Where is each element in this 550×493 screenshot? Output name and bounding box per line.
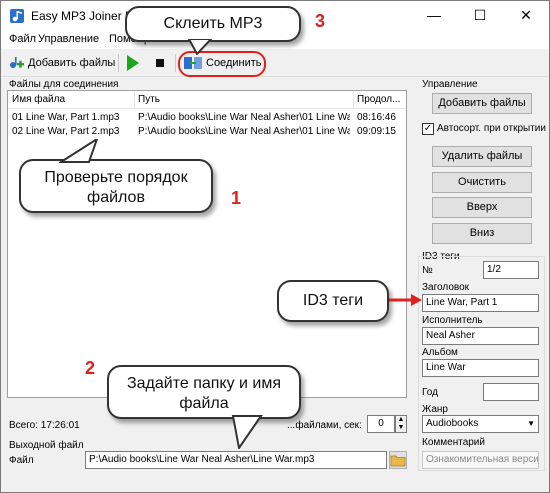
play-icon [127,55,139,71]
toolbar: Добавить файлы Соединить [1,49,549,77]
column-header-duration[interactable]: Продол... [357,94,400,105]
file-name-cell: 01 Line War, Part 1.mp3 [12,112,120,123]
browse-folder-button[interactable] [389,451,407,469]
set-folder-callout: Задайте папку и имя файла [107,365,301,419]
add-files-button[interactable]: Добавить файлы [432,93,532,114]
file-path-cell: P:\Audio books\Line War Neal Asher\01 Li… [138,112,350,123]
add-files-toolbar-button[interactable]: Добавить файлы [7,52,115,74]
menu-manage[interactable]: Управление [38,33,99,45]
callout-pointer [187,39,213,55]
column-header-path[interactable]: Путь [138,94,160,105]
callout-pointer [231,415,263,449]
app-window: Easy MP3 Joiner 5.0 - — ☐ ✕ Файл Управле… [0,0,550,493]
step-number-3: 3 [315,11,326,31]
column-divider[interactable] [353,91,354,109]
pause-input[interactable]: 0 [367,415,395,433]
files-list-header: Имя файла Путь Продол... [8,91,406,109]
autosort-label: Автосорт. при открытии [437,123,546,134]
minimize-button[interactable]: — [411,1,457,31]
clear-button[interactable]: Очистить [432,172,532,193]
column-header-name[interactable]: Имя файла [12,94,65,105]
red-arrow-icon [389,294,422,306]
column-divider[interactable] [134,91,135,109]
pause-label: ...файлами, сек: [287,420,362,431]
menu-file[interactable]: Файл [9,33,36,45]
file-path-cell: P:\Audio books\Line War Neal Asher\01 Li… [138,126,350,137]
id3-tags-callout: ID3 теги [277,280,389,322]
close-button[interactable]: ✕ [503,1,549,31]
folder-icon [390,455,406,467]
file-name-cell: 02 Line War, Part 2.mp3 [12,126,120,137]
add-files-toolbar-label: Добавить файлы [28,57,116,69]
toolbar-separator [175,54,176,72]
move-up-button[interactable]: Вверх [432,197,532,218]
output-section-label: Выходной файл [9,440,84,451]
stop-icon [156,59,164,67]
move-down-button[interactable]: Вниз [432,223,532,244]
maximize-button[interactable]: ☐ [457,1,503,31]
step-number-2: 2 [85,358,96,378]
step-number-1: 1 [231,188,242,208]
control-section-label: Управление [422,79,478,90]
table-row[interactable]: 01 Line War, Part 1.mp3 P:\Audio books\L… [8,111,406,125]
files-list[interactable]: Имя файла Путь Продол... 01 Line War, Pa… [7,90,407,398]
output-file-input[interactable]: P:\Audio books\Line War Neal Asher\Line … [85,451,387,469]
callout-pointer [59,139,99,163]
autosort-checkbox[interactable]: ✓ [422,123,434,135]
table-row[interactable]: 02 Line War, Part 2.mp3 P:\Audio books\L… [8,125,406,139]
toolbar-separator [118,54,119,72]
delete-files-button[interactable]: Удалить файлы [432,146,532,167]
app-icon [10,9,24,23]
play-button[interactable] [125,52,141,74]
pause-spinner[interactable]: ▲ ▼ [395,415,407,433]
output-file-label: Файл [9,455,34,466]
files-section-label: Файлы для соединения [9,79,119,90]
stop-button[interactable] [153,52,167,74]
id3-group-box [418,256,545,471]
file-duration-cell: 08:16:46 [357,112,396,123]
add-file-icon [10,57,24,68]
total-duration: Всего: 17:26:01 [9,420,80,431]
file-duration-cell: 09:09:15 [357,126,396,137]
join-mp3-callout: Склеить MP3 [125,6,301,42]
check-order-callout: Проверьте порядок файлов [19,159,213,213]
